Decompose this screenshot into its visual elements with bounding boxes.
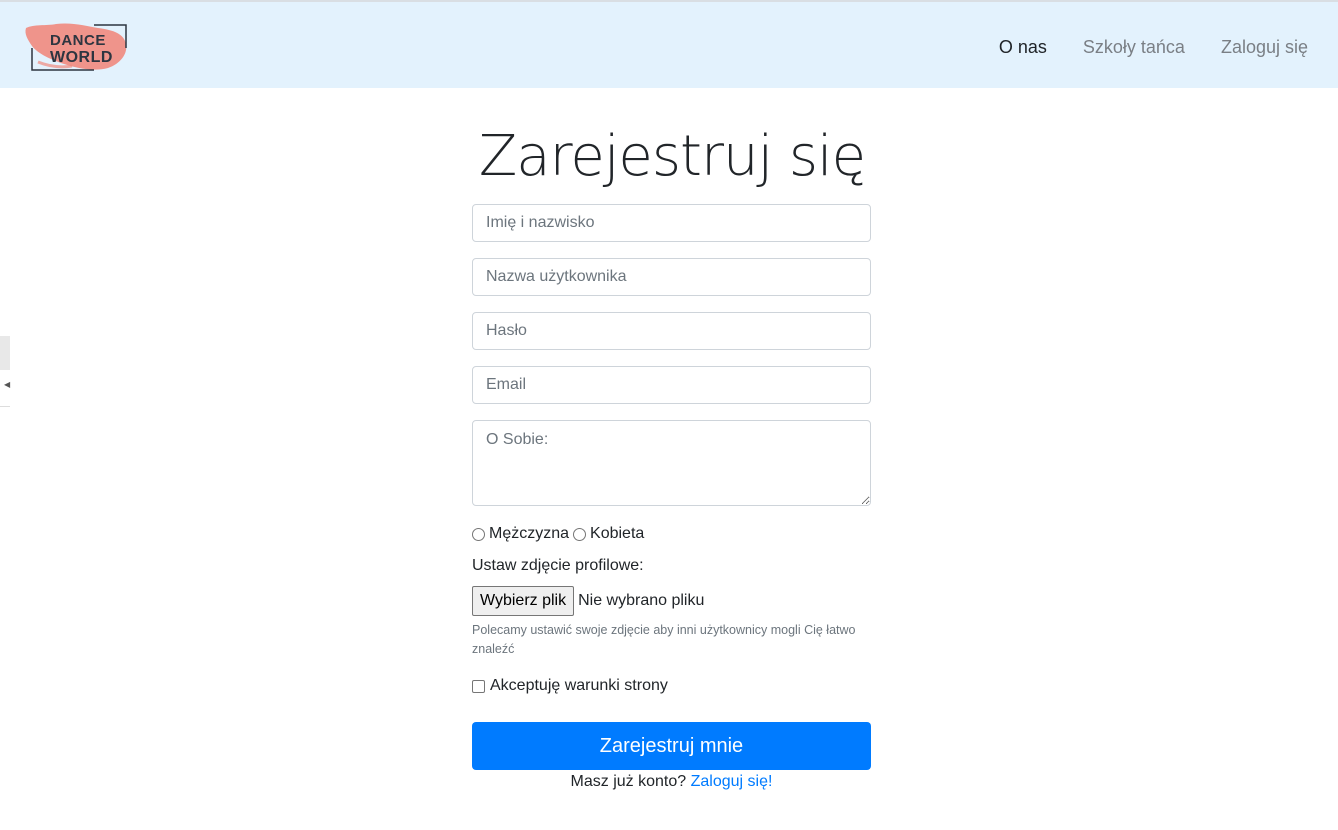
navbar: DANCE WORLD O nas Szkoły tańca Zaloguj s… [0,2,1338,88]
fullname-input[interactable] [472,204,871,242]
nav-link-about[interactable]: O nas [999,37,1047,58]
gender-male-label[interactable]: Mężczyzna [489,525,569,543]
login-prompt: Masz już konto? Zaloguj się! [472,772,871,792]
about-textarea[interactable] [472,420,871,506]
photo-help-text: Polecamy ustawić swoje zdjęcie aby inni … [472,623,856,656]
dance-world-logo[interactable]: DANCE WORLD [24,22,128,72]
email-input[interactable] [472,366,871,404]
choose-file-button[interactable]: Wybierz plik [472,586,575,616]
page-title: Zarejestruj się [478,124,866,189]
nav-link-dance-schools[interactable]: Szkoły tańca [1083,37,1185,58]
password-input[interactable] [472,312,871,350]
logo-line-2: WORLD [50,49,113,66]
register-button[interactable]: Zarejestruj mnie [472,722,871,770]
username-input[interactable] [472,258,871,296]
side-divider [0,406,10,407]
gender-female-label[interactable]: Kobieta [590,525,644,543]
have-account-text: Masz już konto? [570,773,687,790]
terms-label[interactable]: Akceptuję warunki strony [490,677,668,695]
gender-female-radio[interactable] [573,527,587,541]
file-upload: Wybierz plik Nie wybrano pliku [472,586,704,616]
terms-checkbox-row: Akceptuję warunki strony [472,676,668,696]
profile-photo-label: Ustaw zdjęcie profilowe: [472,557,644,574]
logo-line-1: DANCE [50,32,106,49]
nav-link-login[interactable]: Zaloguj się [1221,37,1308,58]
gender-radio-group: Mężczyzna Kobieta [472,524,648,544]
side-panel-handle[interactable] [0,336,10,370]
collapse-arrow-icon[interactable]: ◀ [4,380,10,389]
file-status-text: Nie wybrano pliku [578,592,705,609]
nav-links: O nas Szkoły tańca Zaloguj się [963,4,1308,90]
login-link[interactable]: Zaloguj się! [691,773,773,790]
logo-text: DANCE WORLD [24,22,128,72]
gender-male-radio[interactable] [472,527,485,541]
terms-checkbox[interactable] [472,679,485,693]
